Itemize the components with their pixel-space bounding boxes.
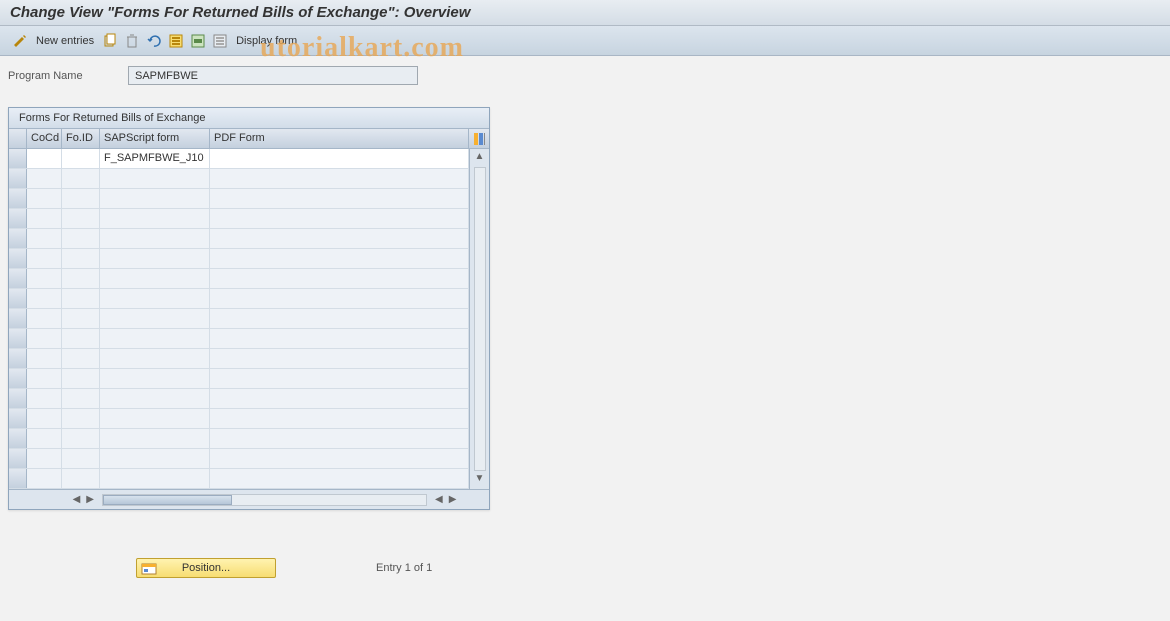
row-selector[interactable] (9, 329, 27, 348)
position-button[interactable]: Position... (136, 558, 276, 578)
program-name-input[interactable] (128, 66, 418, 85)
table-row-empty[interactable] (9, 169, 469, 189)
column-sapscript-header[interactable]: SAPScript form (100, 129, 210, 148)
table-row-empty[interactable] (9, 369, 469, 389)
scroll-down-icon[interactable]: ▼ (475, 473, 485, 487)
position-button-label: Position... (182, 562, 230, 574)
table-header: CoCd Fo.ID SAPScript form PDF Form (9, 129, 489, 149)
copy-icon[interactable] (100, 31, 120, 51)
scroll-right-step-icon[interactable]: ▶ (84, 494, 96, 505)
position-icon (141, 561, 157, 577)
scroll-track[interactable] (474, 167, 486, 471)
table-row-empty[interactable] (9, 209, 469, 229)
display-form-button[interactable]: Display form (232, 35, 301, 47)
table-row-empty[interactable] (9, 229, 469, 249)
content-area: Program Name Forms For Returned Bills of… (0, 56, 1170, 588)
vertical-scrollbar[interactable]: ▲ ▼ (469, 149, 489, 489)
row-selector[interactable] (9, 409, 27, 428)
row-selector[interactable] (9, 169, 27, 188)
table-row-empty[interactable] (9, 269, 469, 289)
scroll-up-icon[interactable]: ▲ (475, 151, 485, 165)
row-selector[interactable] (9, 469, 27, 488)
column-pdf-header[interactable]: PDF Form (210, 129, 469, 148)
row-selector[interactable] (9, 309, 27, 328)
table-body: F_SAPMFBWE_J10 (9, 149, 469, 489)
deselect-all-icon[interactable] (210, 31, 230, 51)
hscroll-track[interactable] (102, 494, 427, 506)
table-row-empty[interactable] (9, 289, 469, 309)
program-name-row: Program Name (8, 66, 1162, 85)
table-row-empty[interactable] (9, 249, 469, 269)
cell-sapscript[interactable]: F_SAPMFBWE_J10 (100, 149, 210, 168)
row-selector[interactable] (9, 249, 27, 268)
table-row-empty[interactable] (9, 429, 469, 449)
row-selector[interactable] (9, 269, 27, 288)
table-row[interactable]: F_SAPMFBWE_J10 (9, 149, 469, 169)
select-all-icon[interactable] (166, 31, 186, 51)
toolbar: New entries Display form (0, 26, 1170, 56)
page-title: Change View "Forms For Returned Bills of… (0, 0, 1170, 26)
table-config-icon[interactable] (469, 129, 489, 148)
table-row-empty[interactable] (9, 389, 469, 409)
row-selector[interactable] (9, 229, 27, 248)
delete-icon[interactable] (122, 31, 142, 51)
table-row-empty[interactable] (9, 349, 469, 369)
horizontal-scrollbar[interactable]: ◀ ▶ ◀ ▶ (9, 489, 489, 509)
row-selector[interactable] (9, 209, 27, 228)
entry-count-text: Entry 1 of 1 (376, 562, 432, 574)
toggle-change-display-icon[interactable] (10, 31, 30, 51)
row-selector[interactable] (9, 349, 27, 368)
program-name-label: Program Name (8, 70, 120, 82)
table-row-empty[interactable] (9, 329, 469, 349)
row-selector[interactable] (9, 369, 27, 388)
new-entries-button[interactable]: New entries (32, 35, 98, 47)
table-row-empty[interactable] (9, 409, 469, 429)
forms-table-panel: Forms For Returned Bills of Exchange CoC… (8, 107, 490, 510)
scroll-left-icon[interactable]: ◀ (71, 494, 83, 505)
row-selector[interactable] (9, 189, 27, 208)
footer-row: Position... Entry 1 of 1 (8, 558, 1162, 578)
cell-pdf[interactable] (210, 149, 469, 168)
row-selector[interactable] (9, 149, 27, 168)
table-row-empty[interactable] (9, 189, 469, 209)
hscroll-thumb[interactable] (103, 495, 232, 505)
table-row-empty[interactable] (9, 449, 469, 469)
table-row-empty[interactable] (9, 309, 469, 329)
column-selector-header[interactable] (9, 129, 27, 148)
cell-foid[interactable] (62, 149, 100, 168)
column-foid-header[interactable]: Fo.ID (62, 129, 100, 148)
undo-icon[interactable] (144, 31, 164, 51)
row-selector[interactable] (9, 449, 27, 468)
scroll-right-icon[interactable]: ▶ (447, 494, 459, 505)
row-selector[interactable] (9, 389, 27, 408)
column-cocd-header[interactable]: CoCd (27, 129, 62, 148)
scroll-left-step-icon[interactable]: ◀ (433, 494, 445, 505)
table-title: Forms For Returned Bills of Exchange (9, 108, 489, 129)
row-selector[interactable] (9, 289, 27, 308)
select-block-icon[interactable] (188, 31, 208, 51)
table-row-empty[interactable] (9, 469, 469, 489)
cell-cocd[interactable] (27, 149, 62, 168)
row-selector[interactable] (9, 429, 27, 448)
